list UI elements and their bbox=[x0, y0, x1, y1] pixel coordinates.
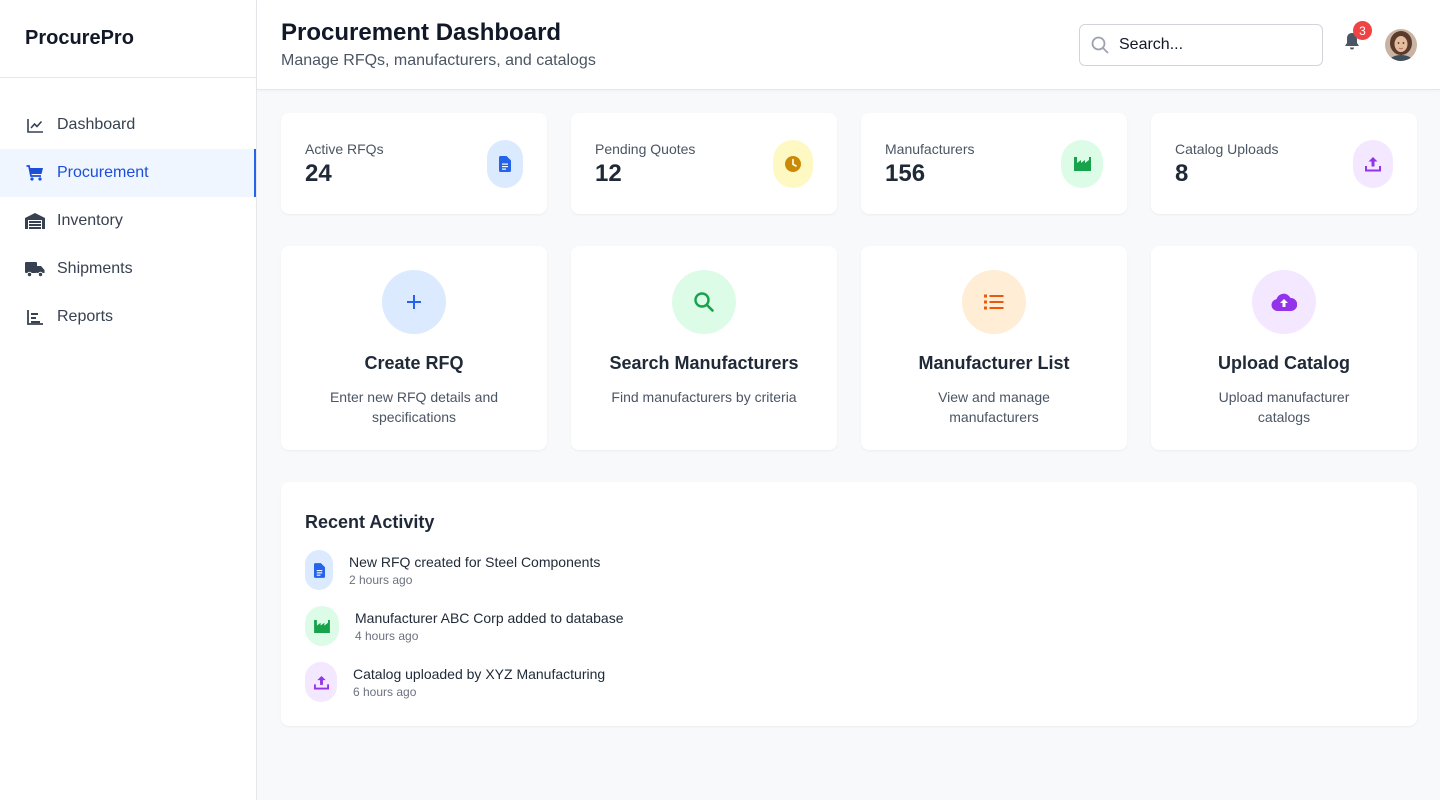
create-rfq-card[interactable]: Create RFQ Enter new RFQ details and spe… bbox=[281, 246, 547, 450]
action-description: View and manage manufacturers bbox=[938, 389, 1050, 425]
activity-item[interactable]: Manufacturer ABC Corp added to database … bbox=[305, 606, 624, 646]
clock-icon bbox=[773, 140, 813, 188]
manufacturer-list-card[interactable]: Manufacturer List View and manage manufa… bbox=[861, 246, 1127, 450]
activity-text: New RFQ created for Steel Components bbox=[349, 553, 601, 570]
file-icon bbox=[487, 140, 523, 188]
action-title: Search Manufacturers bbox=[609, 353, 799, 373]
sidebar-nav: Dashboard Procurement Inventory Shipment… bbox=[0, 101, 256, 341]
stat-value: 12 bbox=[595, 160, 622, 187]
sidebar-item-label: Procurement bbox=[57, 164, 149, 181]
stat-value: 156 bbox=[885, 160, 926, 187]
search-icon bbox=[672, 270, 736, 334]
top-header: Procurement Dashboard Manage RFQs, manuf… bbox=[257, 0, 1440, 90]
sidebar-item-reports[interactable]: Reports bbox=[0, 293, 256, 341]
activity-item[interactable]: New RFQ created for Steel Components 2 h… bbox=[305, 550, 600, 590]
bar-chart-icon bbox=[25, 307, 45, 327]
stat-card-catalog-uploads: Catalog Uploads 8 bbox=[1151, 113, 1417, 214]
stat-value: 8 bbox=[1175, 160, 1189, 187]
section-title: Recent Activity bbox=[305, 512, 435, 532]
truck-icon bbox=[25, 259, 45, 279]
upload-catalog-card[interactable]: Upload Catalog Upload manufacturer catal… bbox=[1151, 246, 1417, 450]
sidebar-item-shipments[interactable]: Shipments bbox=[0, 245, 256, 293]
activity-time: 4 hours ago bbox=[355, 628, 419, 643]
action-title: Upload Catalog bbox=[1217, 353, 1350, 373]
activity-text: Catalog uploaded by XYZ Manufacturing bbox=[353, 665, 606, 682]
search-manufacturers-card[interactable]: Search Manufacturers Find manufacturers … bbox=[571, 246, 837, 450]
stat-value: 24 bbox=[305, 160, 332, 187]
sidebar-item-procurement[interactable]: Procurement bbox=[0, 149, 256, 197]
sidebar-item-inventory[interactable]: Inventory bbox=[0, 197, 256, 245]
action-title: Create RFQ bbox=[364, 353, 464, 373]
sidebar-item-label: Shipments bbox=[57, 260, 133, 277]
stat-label: Active RFQs bbox=[305, 141, 384, 157]
stat-card-manufacturers: Manufacturers 156 bbox=[861, 113, 1127, 214]
sidebar: ProcurePro Dashboard Procurement Invento… bbox=[0, 0, 257, 800]
recent-activity-panel: Recent Activity New RFQ created for Stee… bbox=[281, 482, 1417, 726]
stat-label: Pending Quotes bbox=[595, 141, 696, 157]
activity-time: 6 hours ago bbox=[353, 684, 417, 699]
page-title: Procurement Dashboard bbox=[281, 19, 562, 46]
file-icon bbox=[305, 550, 333, 590]
avatar[interactable] bbox=[1385, 29, 1417, 61]
shopping-cart-icon bbox=[25, 163, 45, 183]
sidebar-item-dashboard[interactable]: Dashboard bbox=[0, 101, 256, 149]
search-icon bbox=[1090, 35, 1110, 55]
cloud-upload-icon bbox=[1252, 270, 1316, 334]
stat-label: Catalog Uploads bbox=[1175, 141, 1279, 157]
activity-text: Manufacturer ABC Corp added to database bbox=[355, 609, 624, 626]
list-icon bbox=[962, 270, 1026, 334]
stat-label: Manufacturers bbox=[885, 141, 975, 157]
plus-icon bbox=[382, 270, 446, 334]
notification-badge: 3 bbox=[1353, 21, 1372, 40]
sidebar-item-label: Inventory bbox=[57, 212, 123, 229]
activity-item[interactable]: Catalog uploaded by XYZ Manufacturing 6 … bbox=[305, 662, 605, 702]
action-description: Upload manufacturer catalogs bbox=[1218, 389, 1350, 425]
search-box[interactable] bbox=[1079, 24, 1323, 66]
brand-logo[interactable]: ProcurePro bbox=[0, 0, 256, 78]
page-subtitle: Manage RFQs, manufacturers, and catalogs bbox=[281, 52, 596, 69]
upload-icon bbox=[305, 662, 337, 702]
sidebar-item-label: Reports bbox=[57, 308, 114, 325]
activity-time: 2 hours ago bbox=[349, 572, 413, 587]
upload-icon bbox=[1353, 140, 1393, 188]
action-title: Manufacturer List bbox=[918, 353, 1070, 373]
warehouse-icon bbox=[25, 211, 45, 231]
action-description: Enter new RFQ details and specifications bbox=[329, 389, 499, 425]
sidebar-item-label: Dashboard bbox=[57, 116, 136, 133]
factory-icon bbox=[1061, 140, 1103, 188]
action-description: Find manufacturers by criteria bbox=[611, 389, 797, 405]
factory-icon bbox=[305, 606, 339, 646]
stat-card-pending-quotes: Pending Quotes 12 bbox=[571, 113, 837, 214]
stat-card-active-rfqs: Active RFQs 24 bbox=[281, 113, 547, 214]
chart-line-icon bbox=[25, 115, 45, 135]
search-input[interactable] bbox=[1119, 36, 1309, 54]
